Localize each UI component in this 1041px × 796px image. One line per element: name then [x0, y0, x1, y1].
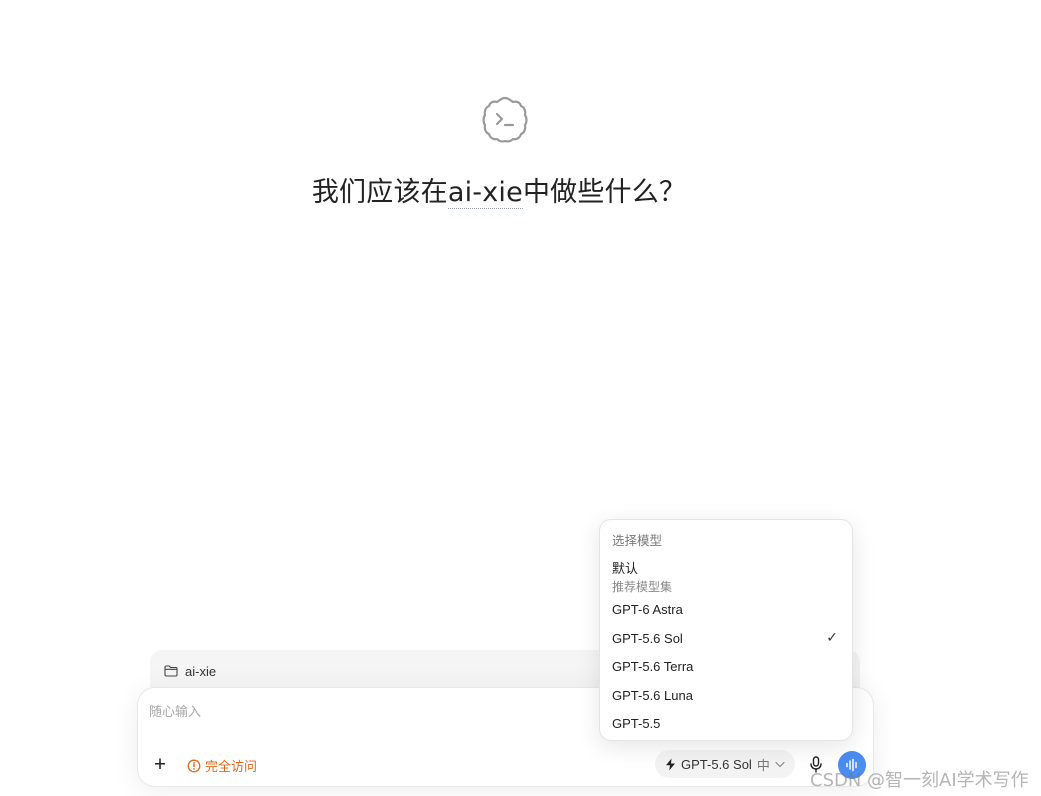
menu-item-gpt-6-astra[interactable]: GPT-6 Astra — [600, 596, 852, 622]
full-access-button[interactable]: 完全访问 — [187, 756, 257, 775]
model-selector-button[interactable]: GPT-5.6 Sol 中 — [655, 750, 795, 778]
project-name-link[interactable]: ai-xie — [447, 177, 523, 209]
menu-item-label: GPT-6 Astra — [612, 601, 683, 617]
default-sublabel: 推荐模型集 — [612, 580, 673, 594]
full-access-label: 完全访问 — [205, 759, 258, 774]
alert-circle-icon — [187, 759, 201, 772]
checkmark-icon: ✓ — [826, 629, 838, 645]
project-label: ai-xie — [185, 663, 217, 679]
folder-icon — [164, 665, 178, 677]
model-dropdown-menu: 选择模型 默认 推荐模型集 GPT-6 Astra GPT-5.6 Sol ✓ … — [599, 519, 853, 741]
menu-item-gpt-5-6-sol[interactable]: GPT-5.6 Sol ✓ — [600, 625, 852, 651]
terminal-cloud-icon — [482, 96, 528, 143]
chevron-down-icon — [775, 761, 785, 767]
menu-title: 选择模型 — [612, 534, 663, 548]
app-window: 我们应该在ai-xie中做些什么？ ai-xie + 完全访问 GPT-5.6 … — [0, 0, 1041, 796]
heading-suffix: 中做些什么？ — [522, 177, 687, 208]
menu-item-gpt-5-6-luna[interactable]: GPT-5.6 Luna — [600, 682, 852, 708]
menu-item-label: GPT-5.6 Terra — [612, 658, 694, 674]
menu-item-label: GPT-5.5 — [612, 715, 661, 731]
add-button[interactable]: + — [150, 752, 170, 776]
page-title: 我们应该在ai-xie中做些什么？ — [0, 170, 998, 209]
menu-item-gpt-5-5[interactable]: GPT-5.5 — [600, 710, 852, 736]
menu-item-label: GPT-5.6 Luna — [612, 687, 693, 703]
watermark: CSDN @智一刻AI学术写作 — [810, 770, 1029, 791]
model-label: GPT-5.6 Sol — [681, 756, 752, 772]
message-input[interactable] — [149, 704, 589, 719]
plus-icon: + — [153, 752, 167, 776]
lightning-icon — [666, 758, 675, 770]
heading-prefix: 我们应该在 — [311, 177, 448, 208]
default-label: 默认 — [612, 561, 639, 576]
menu-item-gpt-5-6-terra[interactable]: GPT-5.6 Terra — [600, 653, 852, 679]
effort-label: 中 — [756, 757, 770, 773]
menu-item-label: GPT-5.6 Sol — [612, 630, 683, 646]
menu-item-default[interactable]: 默认 推荐模型集 — [612, 558, 672, 595]
